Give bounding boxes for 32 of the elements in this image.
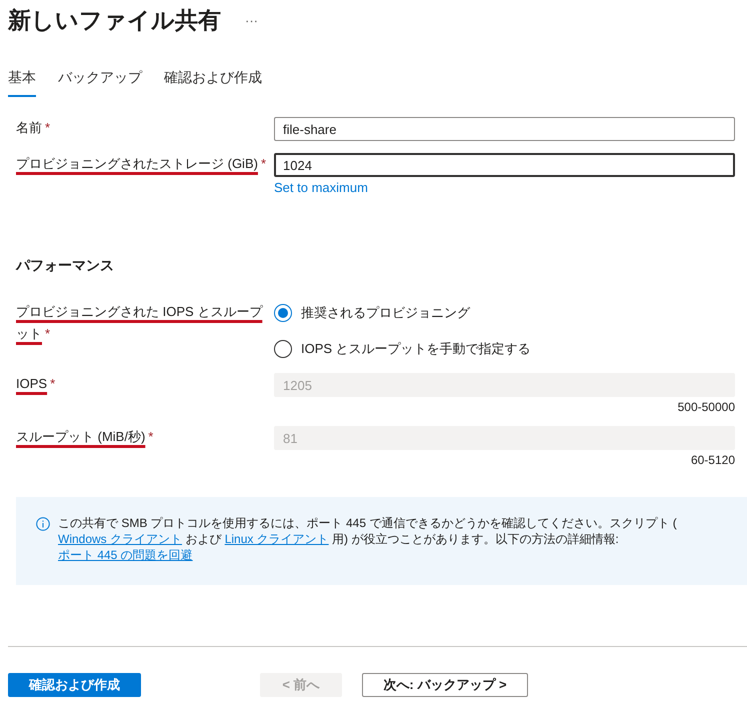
radio-label[interactable]: IOPS とスループットを手動で指定する [301, 340, 531, 358]
required-mark: * [50, 375, 56, 393]
link[interactable]: Windows クライアント [58, 532, 182, 546]
radio-button[interactable] [274, 340, 292, 358]
radio-label[interactable]: 推奨されるプロビジョニング [301, 304, 470, 322]
link[interactable]: Linux クライアント [224, 532, 329, 546]
range-hint: 500-50000 [676, 400, 735, 414]
section-heading: パフォーマンス [16, 257, 115, 275]
range-hint: 60-5120 [690, 453, 735, 467]
radio-button[interactable] [274, 304, 292, 322]
field-label: 名前 * [16, 117, 266, 139]
input-field[interactable]: 1024 [274, 153, 735, 177]
review-create-button[interactable]: 確認および作成 [8, 673, 141, 697]
link[interactable]: ポート 445 の問題を回避 [58, 548, 193, 562]
next-button[interactable]: 次へ: バックアップ > [362, 673, 528, 697]
required-mark: * [45, 325, 50, 343]
field-label: IOPS * [16, 373, 266, 395]
field-label: スループット (MiB/秒) * [16, 426, 266, 448]
info-icon [36, 517, 50, 531]
tab[interactable]: 確認および作成 [164, 69, 262, 97]
more-button[interactable]: ··· [245, 12, 258, 28]
input-field[interactable]: file-share [274, 117, 735, 141]
field-label: プロビジョニングされた IOPS とスループット * [16, 301, 266, 345]
required-mark: * [148, 428, 154, 446]
page-title: 新しいファイル共有 [8, 6, 221, 34]
tab[interactable]: 基本 [8, 69, 36, 97]
required-mark: * [45, 119, 50, 137]
field-label: プロビジョニングされたストレージ (GiB) * [16, 153, 266, 175]
set-maximum-link[interactable]: Set to maximum [274, 180, 368, 195]
tab[interactable]: バックアップ [58, 69, 142, 97]
required-mark: * [260, 155, 266, 173]
info-message: この共有で SMB プロトコルを使用するには、ポート 445 で通信できるかどうかを確認してください。スクリプト ( Windows クライアント および Linux クライアント 用) が役立つことがあります。以下の方法の詳細情報: ポート 445 の問題を回避 [58, 515, 678, 564]
